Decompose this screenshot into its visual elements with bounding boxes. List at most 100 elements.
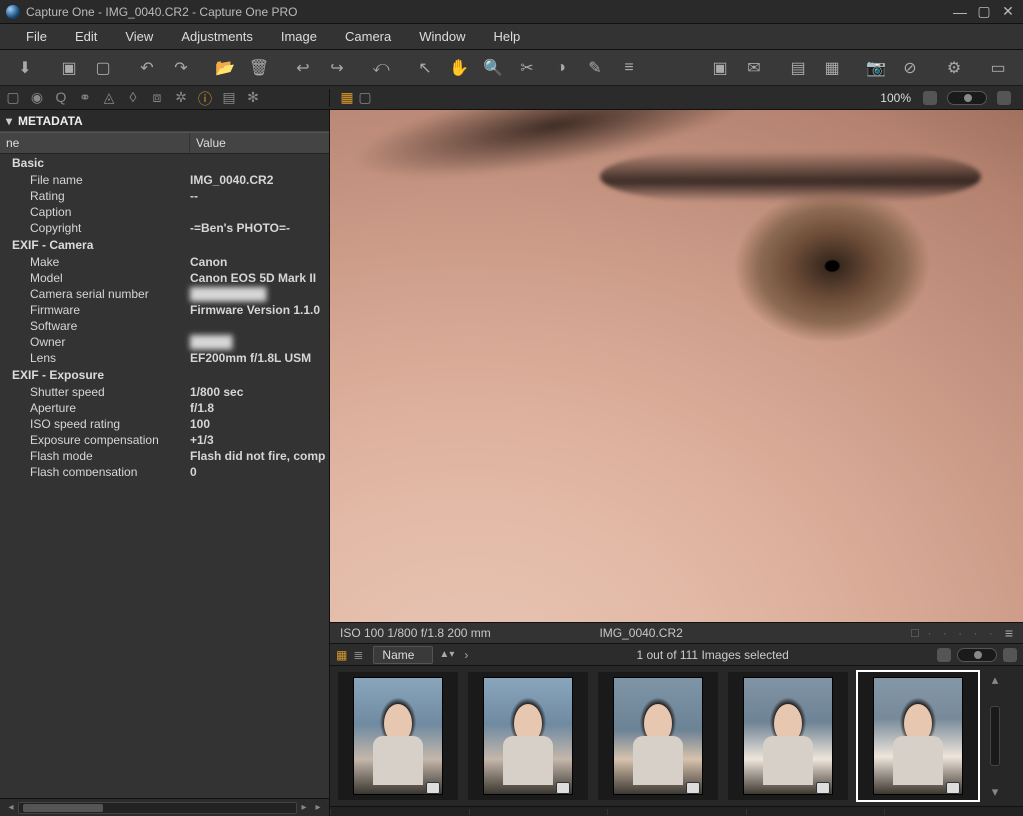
zoom-level[interactable]: 100% — [880, 91, 911, 105]
process-button[interactable]: ▣ — [705, 54, 735, 82]
color-tab-icon[interactable]: ⚭ — [76, 89, 94, 107]
metadata-row[interactable]: MakeCanon — [0, 254, 329, 270]
rating-dots[interactable]: · · · · · — [927, 626, 996, 640]
current-filename: IMG_0040.CR2 — [599, 626, 682, 640]
open-folder-button[interactable]: 📂 — [210, 54, 240, 82]
menu-adjustments[interactable]: Adjustments — [167, 29, 267, 44]
menu-edit[interactable]: Edit — [61, 29, 111, 44]
menu-help[interactable]: Help — [480, 29, 535, 44]
batch-tab-icon[interactable]: ✻ — [244, 89, 262, 107]
thumbnail[interactable] — [728, 672, 848, 800]
sidebar-scrollbar[interactable]: ◂ ▸ ▸ — [0, 798, 329, 816]
straighten-tool[interactable]: ◑ — [546, 54, 576, 82]
metadata-row[interactable]: Software — [0, 318, 329, 334]
maximize-button[interactable]: ▢ — [975, 3, 993, 20]
settings-button[interactable]: ⚙ — [939, 54, 969, 82]
rating-icon-2[interactable] — [997, 91, 1011, 105]
scroll-left-icon[interactable]: ◂ — [4, 802, 18, 813]
metadata-row[interactable]: Flash compensation0 — [0, 464, 329, 476]
crop-tool[interactable]: ✂ — [512, 54, 542, 82]
metadata-tab-icon[interactable]: ⓘ — [196, 89, 214, 107]
metadata-row[interactable]: Caption — [0, 204, 329, 220]
composition-tab-icon[interactable]: ⧈ — [148, 89, 166, 107]
browser-vertical-scroll[interactable]: ▴ ▾ — [988, 672, 1002, 800]
thumb-size-slider[interactable] — [957, 648, 997, 662]
metadata-row[interactable]: Exposure compensation+1/3 — [0, 432, 329, 448]
thumbnail-selected[interactable] — [858, 672, 978, 800]
cancel-all-button[interactable]: ⊘ — [895, 54, 925, 82]
pointer-tool[interactable]: ↖ — [410, 54, 440, 82]
menu-file[interactable]: File — [12, 29, 61, 44]
metadata-row[interactable]: Shutter speed1/800 sec — [0, 384, 329, 400]
metadata-row[interactable]: Owner█████ — [0, 334, 329, 350]
delete-button[interactable]: 🗑 — [244, 54, 274, 82]
metadata-row[interactable]: ISO speed rating100 — [0, 416, 329, 432]
metadata-row[interactable]: File nameIMG_0040.CR2 — [0, 172, 329, 188]
expand-icon[interactable]: › — [464, 648, 468, 662]
thumbnail[interactable] — [468, 672, 588, 800]
pan-tool[interactable]: ✋ — [444, 54, 474, 82]
exposure-tab-icon[interactable]: ◬ — [100, 89, 118, 107]
horizontal-scrollbar[interactable] — [18, 802, 297, 814]
email-button[interactable]: ✉ — [739, 54, 769, 82]
zoom-slider[interactable] — [947, 91, 987, 105]
metadata-row[interactable]: Aperturef/1.8 — [0, 400, 329, 416]
zoom-tool[interactable]: 🔍 — [478, 54, 508, 82]
spot-tool[interactable]: ✎ — [580, 54, 610, 82]
color-tag-box[interactable] — [911, 629, 919, 637]
metadata-row[interactable]: LensEF200mm f/1.8L USM — [0, 350, 329, 366]
scroll-up-icon[interactable]: ▴ — [992, 672, 999, 688]
sort-direction-icon[interactable]: ▲▾ — [439, 649, 454, 660]
scroll-end-icon[interactable]: ▸ — [311, 802, 325, 813]
rating-icon[interactable] — [923, 91, 937, 105]
metadata-row[interactable]: FirmwareFirmware Version 1.1.0 — [0, 302, 329, 318]
scroll-down-icon[interactable]: ▾ — [992, 784, 999, 800]
scroll-right-icon[interactable]: ▸ — [297, 802, 311, 813]
import-button[interactable]: ⬇ — [10, 54, 40, 82]
viewer-toggle-button[interactable]: ▤ — [783, 54, 813, 82]
minimize-button[interactable]: — — [951, 4, 969, 20]
metadata-row[interactable]: Flash modeFlash did not fire, comp — [0, 448, 329, 464]
rotate-ccw-button[interactable]: ↶ — [132, 54, 162, 82]
single-view-icon[interactable]: ▢ — [356, 89, 374, 107]
list-view-icon[interactable]: ≣ — [353, 648, 363, 662]
grid-view-icon[interactable]: ▦ — [336, 648, 347, 662]
adjust-tool[interactable]: ≡ — [614, 54, 644, 82]
lens-tab-icon[interactable]: ◊ — [124, 89, 142, 107]
reset-button[interactable]: ⤺ — [366, 54, 396, 82]
thumb-rating-icon-2[interactable] — [1003, 648, 1017, 662]
info-menu-icon[interactable]: ≡ — [1005, 625, 1013, 641]
redo-button[interactable]: ↪ — [322, 54, 352, 82]
browser-toggle-button[interactable]: ▦ — [817, 54, 847, 82]
collapse-icon[interactable]: ▾ — [6, 114, 12, 128]
quick-tab-icon[interactable]: Q — [52, 89, 70, 107]
menu-view[interactable]: View — [111, 29, 167, 44]
image-viewer[interactable] — [330, 110, 1023, 622]
menu-image[interactable]: Image — [267, 29, 331, 44]
undo-button[interactable]: ↩ — [288, 54, 318, 82]
camera-icon[interactable]: 📷 — [861, 54, 891, 82]
output-button[interactable]: ▢ — [88, 54, 118, 82]
capture-tab-icon[interactable]: ◉ — [28, 89, 46, 107]
metadata-row[interactable]: Rating-- — [0, 188, 329, 204]
menu-window[interactable]: Window — [405, 29, 479, 44]
scrollbar-track[interactable] — [990, 706, 1000, 766]
capture-button[interactable]: ▣ — [54, 54, 84, 82]
metadata-panel-header[interactable]: ▾ METADATA — [0, 110, 329, 132]
thumb-rating-icon[interactable] — [937, 648, 951, 662]
rotate-cw-button[interactable]: ↷ — [166, 54, 196, 82]
close-button[interactable]: ✕ — [999, 3, 1017, 20]
sort-dropdown[interactable]: Name — [373, 646, 433, 664]
metadata-row[interactable]: ModelCanon EOS 5D Mark II — [0, 270, 329, 286]
metadata-row[interactable]: Copyright-=Ben's PHOTO=- — [0, 220, 329, 236]
metadata-row[interactable]: Camera serial number█████████ — [0, 286, 329, 302]
thumbnail[interactable] — [598, 672, 718, 800]
multi-view-icon[interactable]: ▦ — [338, 89, 356, 107]
thumbnail[interactable] — [338, 672, 458, 800]
output-tab-icon[interactable]: ▤ — [220, 89, 238, 107]
details-tab-icon[interactable]: ✲ — [172, 89, 190, 107]
library-tab-icon[interactable]: ▢ — [4, 89, 22, 107]
menu-camera[interactable]: Camera — [331, 29, 405, 44]
activity-button[interactable]: ▭ — [983, 54, 1013, 82]
titlebar: Capture One - IMG_0040.CR2 - Capture One… — [0, 0, 1023, 24]
